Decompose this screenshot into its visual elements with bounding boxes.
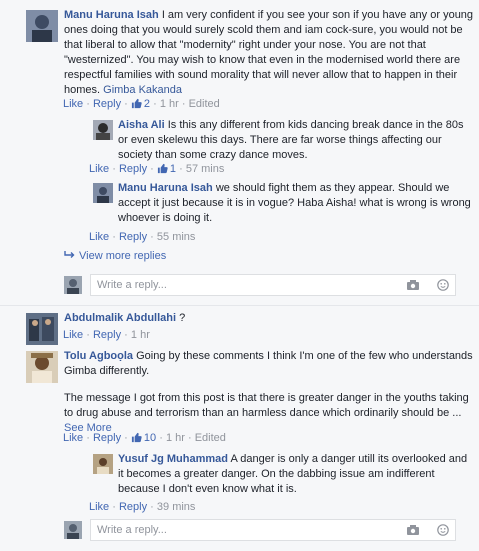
comment-text: Manu Haruna Isah I am very confident if … <box>64 9 474 96</box>
avatar <box>64 276 82 294</box>
comment-text-paragraph: The message I got from this post is that… <box>64 392 469 434</box>
reply-link[interactable]: Reply <box>93 329 121 341</box>
separator: · <box>112 501 116 513</box>
comment-text: Manu Haruna Isah we should fight them as… <box>118 182 471 224</box>
camera-icon[interactable] <box>406 279 420 291</box>
like-link[interactable]: Like <box>89 501 109 513</box>
comment-author[interactable]: Abdulmalik Abdullahi <box>64 312 176 324</box>
separator: · <box>86 432 90 444</box>
avatar <box>64 521 82 539</box>
like-link[interactable]: Like <box>89 231 109 243</box>
timestamp[interactable]: 1 hr <box>131 329 150 341</box>
separator: · <box>150 163 154 175</box>
avatar[interactable] <box>93 454 113 474</box>
avatar[interactable] <box>93 120 113 140</box>
reply-link[interactable]: Reply <box>119 231 147 243</box>
like-count[interactable]: 1 <box>157 163 179 175</box>
separator: · <box>187 432 192 444</box>
edited-label[interactable]: Edited <box>189 98 220 110</box>
like-link[interactable]: Like <box>89 163 109 175</box>
comment-author[interactable]: Aisha Ali <box>118 119 165 131</box>
reply-link[interactable]: Reply <box>119 501 147 513</box>
reply-link[interactable]: Reply <box>93 432 121 444</box>
comment-text: Aisha Ali Is this any different from kid… <box>118 119 464 161</box>
comment-author[interactable]: Manu Haruna Isah <box>118 182 213 194</box>
thumbs-up-icon <box>157 163 168 174</box>
separator: · <box>124 329 128 341</box>
avatar[interactable] <box>26 313 58 345</box>
separator: · <box>179 163 183 175</box>
timestamp[interactable]: 57 mins <box>186 163 225 175</box>
like-link[interactable]: Like <box>63 329 83 341</box>
comment-actions: Like · Reply · 1 hr <box>63 328 150 343</box>
like-link[interactable]: Like <box>63 432 83 444</box>
thumbs-up-icon <box>131 98 142 109</box>
reply-link[interactable]: Reply <box>93 98 121 110</box>
separator: · <box>150 501 154 513</box>
timestamp[interactable]: 1 hr <box>166 432 185 444</box>
comment-actions: Like · Reply · 2 · 1 hr · Edited <box>63 97 220 112</box>
separator: · <box>124 98 128 110</box>
comment-author[interactable]: Manu Haruna Isah <box>64 9 159 21</box>
comment-text: Tolu Agboọla Going by these comments I t… <box>64 350 473 377</box>
separator: · <box>153 98 157 110</box>
avatar[interactable] <box>93 183 113 203</box>
view-more-replies[interactable]: View more replies <box>64 249 166 264</box>
emoji-icon[interactable] <box>437 524 449 536</box>
avatar[interactable] <box>26 351 58 383</box>
avatar[interactable] <box>26 10 58 42</box>
comment-body: Aisha Ali Is this any different from kid… <box>118 118 473 163</box>
reply-box: Write a reply... <box>64 274 456 296</box>
comment-text: Abdulmalik Abdullahi ? <box>64 312 186 324</box>
like-count[interactable]: 10 <box>131 432 159 444</box>
comment-body: Manu Haruna Isah we should fight them as… <box>118 181 473 226</box>
comment-body: Tolu Agboọla Going by these comments I t… <box>64 349 474 436</box>
comment-body: Yusuf Jg Muhammad A danger is only a dan… <box>118 452 473 497</box>
input-icons <box>392 524 449 541</box>
comment-author[interactable]: Tolu Agboọla <box>64 350 133 362</box>
reply-input[interactable]: Write a reply... <box>90 274 456 296</box>
reply-comment: Yusuf Jg Muhammad A danger is only a dan… <box>93 452 473 497</box>
input-icons <box>392 279 449 296</box>
camera-icon[interactable] <box>406 524 420 536</box>
separator: · <box>150 231 154 243</box>
divider <box>0 305 479 306</box>
timestamp[interactable]: 55 mins <box>157 231 196 243</box>
mention-link[interactable]: Gimba Kakanda <box>103 84 182 96</box>
comment-actions: Like · Reply · 39 mins <box>89 500 195 515</box>
separator: · <box>86 329 90 341</box>
thumbs-up-icon <box>131 432 142 443</box>
reply-link[interactable]: Reply <box>119 163 147 175</box>
like-link[interactable]: Like <box>63 98 83 110</box>
comment-actions: Like · Reply · 55 mins <box>89 230 195 245</box>
like-count[interactable]: 2 <box>131 98 153 110</box>
comment-text: Yusuf Jg Muhammad A danger is only a dan… <box>118 453 468 495</box>
comment-body: Abdulmalik Abdullahi ? <box>64 311 474 326</box>
edited-label[interactable]: Edited <box>195 432 226 444</box>
reply-arrow-icon <box>64 251 75 258</box>
comment-actions: Like · Reply · 1 · 57 mins <box>89 162 224 177</box>
reply-box: Write a reply... <box>64 519 456 541</box>
comment-actions: Like · Reply · 10 · 1 hr · Edited <box>63 431 226 446</box>
separator: · <box>159 432 163 444</box>
separator: · <box>112 163 116 175</box>
comment: Tolu Agboọla Going by these comments I t… <box>26 350 476 434</box>
reply-comment: Manu Haruna Isah we should fight them as… <box>93 181 473 228</box>
reply-input[interactable]: Write a reply... <box>90 519 456 541</box>
comment-author[interactable]: Yusuf Jg Muhammad <box>118 453 228 465</box>
separator: · <box>112 231 116 243</box>
separator: · <box>181 98 186 110</box>
separator: · <box>124 432 128 444</box>
comment-body: Manu Haruna Isah I am very confident if … <box>64 8 474 98</box>
timestamp[interactable]: 39 mins <box>157 501 196 513</box>
emoji-icon[interactable] <box>437 279 449 291</box>
separator: · <box>86 98 90 110</box>
timestamp[interactable]: 1 hr <box>160 98 179 110</box>
